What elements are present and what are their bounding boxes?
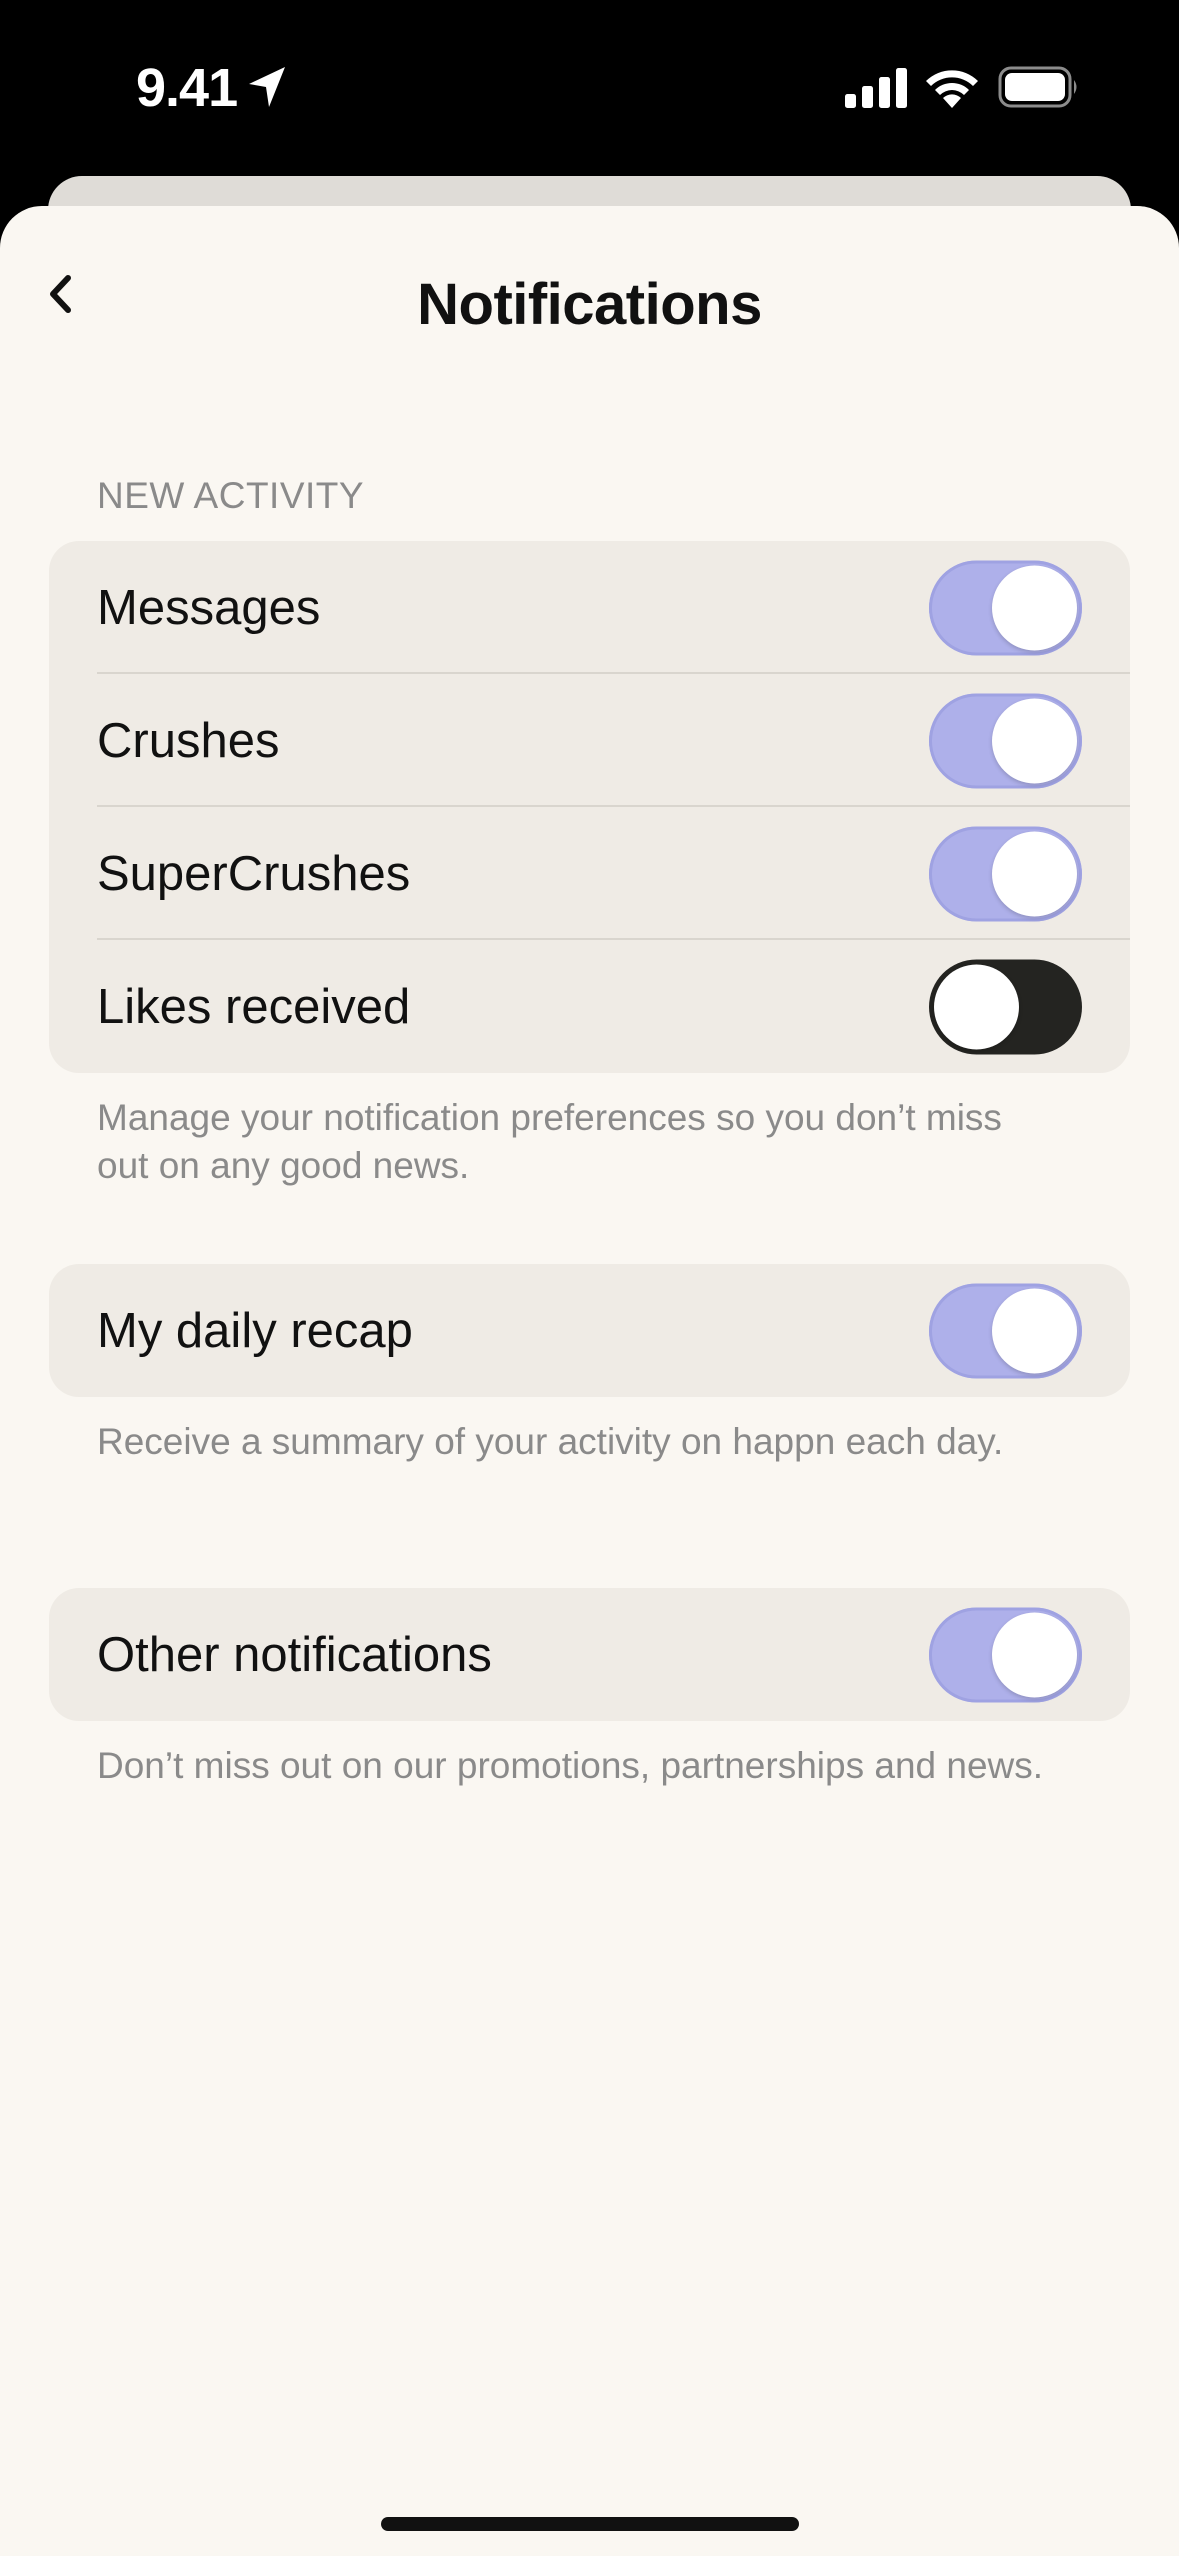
setting-label: Likes received: [97, 979, 411, 1034]
setting-label: Other notifications: [97, 1627, 492, 1682]
section-header-new-activity: NEW ACTIVITY: [97, 475, 365, 516]
wifi-icon: [926, 70, 978, 108]
home-indicator[interactable]: [381, 2517, 799, 2531]
crushes-toggle[interactable]: [929, 693, 1082, 788]
page-title: Notifications: [417, 272, 762, 337]
other-notifications-toggle[interactable]: [929, 1607, 1082, 1702]
setting-row-messages[interactable]: Messages: [49, 541, 1130, 674]
notifications-sheet: Notifications NEW ACTIVITY Messages Crus…: [0, 206, 1179, 2556]
other-notifications-footer: Don’t miss out on our promotions, partne…: [97, 1745, 1044, 1786]
toggle-knob: [992, 698, 1077, 783]
setting-label: Messages: [97, 580, 321, 635]
new-activity-footer: Manage your notification preferences so …: [97, 1097, 1002, 1186]
new-activity-group: Messages Crushes SuperCrushes Likes rece…: [49, 541, 1130, 1073]
battery-icon: [998, 66, 1077, 108]
likes-received-toggle[interactable]: [929, 959, 1082, 1054]
daily-recap-footer: Receive a summary of your activity on ha…: [97, 1421, 1004, 1462]
setting-row-supercrushes[interactable]: SuperCrushes: [49, 807, 1130, 940]
setting-label: My daily recap: [97, 1303, 413, 1358]
setting-label: SuperCrushes: [97, 846, 411, 901]
status-time: 9.41: [136, 58, 238, 118]
setting-row-other-notifications[interactable]: Other notifications: [49, 1588, 1130, 1721]
screen: 9.41 Notifications NEW ACTIVITY Messages…: [0, 0, 1179, 2556]
daily-recap-group: My daily recap: [49, 1264, 1130, 1397]
setting-row-crushes[interactable]: Crushes: [49, 674, 1130, 807]
other-notifications-group: Other notifications: [49, 1588, 1130, 1721]
cellular-signal-icon: [845, 68, 907, 108]
location-arrow-icon: [249, 67, 285, 107]
setting-row-likes-received[interactable]: Likes received: [49, 940, 1130, 1073]
toggle-knob: [992, 565, 1077, 650]
setting-row-daily-recap[interactable]: My daily recap: [49, 1264, 1130, 1397]
setting-label: Crushes: [97, 713, 280, 768]
status-bar: 9.41: [0, 0, 1179, 176]
toggle-knob: [992, 1288, 1077, 1373]
messages-toggle[interactable]: [929, 560, 1082, 655]
toggle-knob: [934, 964, 1019, 1049]
daily-recap-toggle[interactable]: [929, 1283, 1082, 1378]
supercrushes-toggle[interactable]: [929, 826, 1082, 921]
toggle-knob: [992, 831, 1077, 916]
toggle-knob: [992, 1612, 1077, 1697]
